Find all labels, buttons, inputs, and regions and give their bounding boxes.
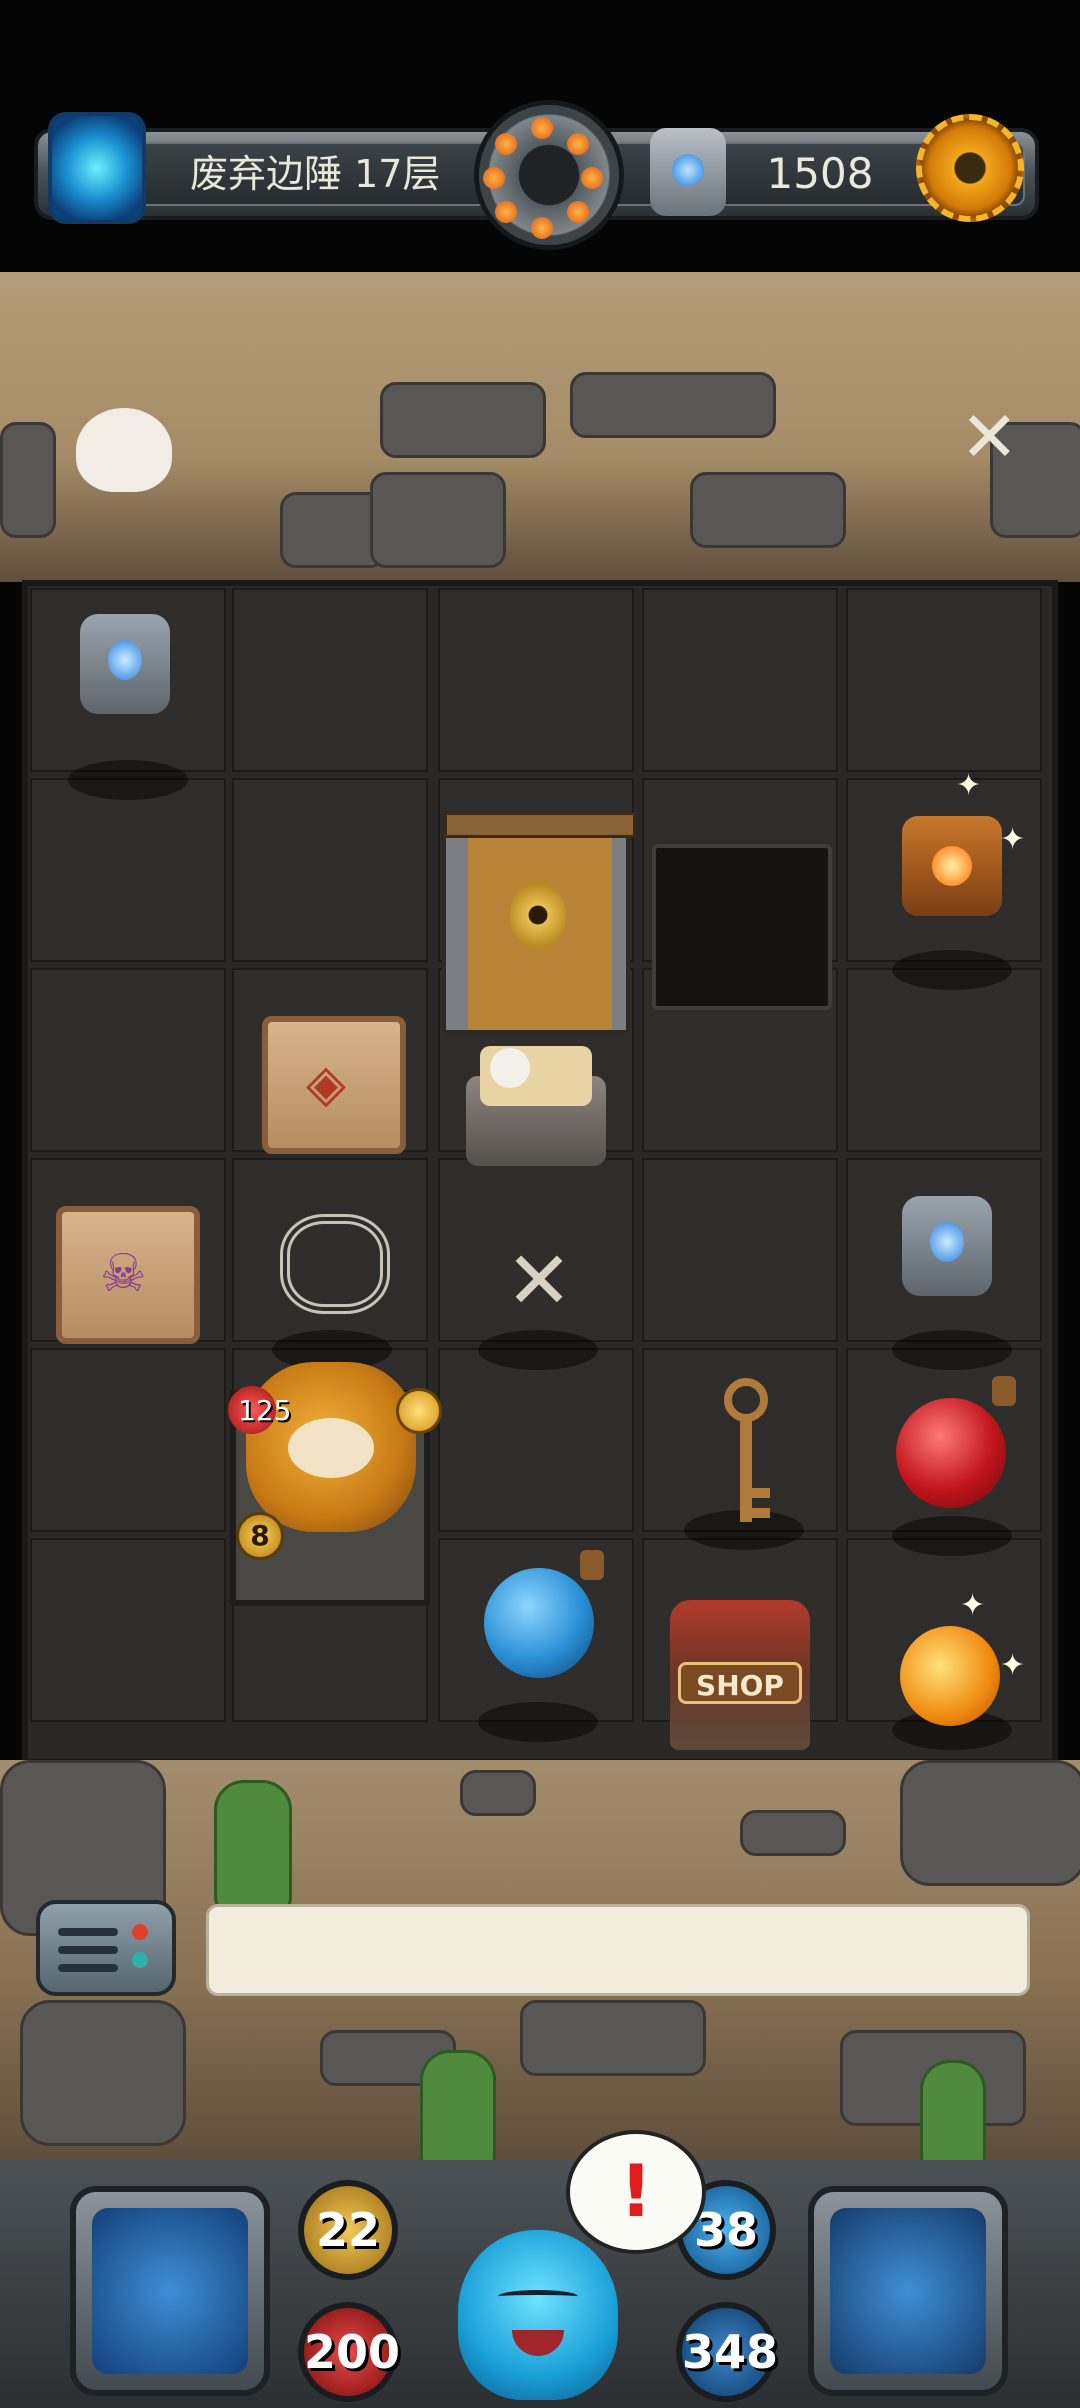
floor-hole[interactable] xyxy=(652,844,832,1010)
hp-stat: 200 xyxy=(298,2302,400,2402)
potion-cork xyxy=(992,1376,1016,1406)
portal-icon[interactable] xyxy=(48,112,146,224)
hero-weapon-icon xyxy=(396,1388,442,1434)
skull-scroll-icon[interactable]: ☠ xyxy=(56,1206,200,1344)
currency-amount: 1508 xyxy=(766,149,874,198)
golden-orb-icon[interactable] xyxy=(900,1626,1000,1726)
red-potion-icon[interactable] xyxy=(896,1398,1006,1508)
radio-log-icon[interactable] xyxy=(36,1900,176,1996)
hero-cat[interactable] xyxy=(246,1362,416,1532)
keyhole-icon xyxy=(510,880,566,950)
message-box xyxy=(206,1904,1030,1996)
skull-icon xyxy=(76,408,172,492)
ribcage-icon[interactable] xyxy=(280,1214,390,1314)
shop-building[interactable]: SHOP xyxy=(670,1600,810,1750)
alert-bubble[interactable]: ! xyxy=(566,2130,706,2254)
sparkle-icon: ✦ xyxy=(1000,822,1026,857)
eye-scroll-icon[interactable]: ◈ xyxy=(262,1016,406,1154)
blue-potion-icon[interactable] xyxy=(484,1568,594,1678)
rune-pillar-icon[interactable] xyxy=(902,1196,992,1296)
bronze-key-icon[interactable] xyxy=(716,1378,776,1528)
pet-slime-button[interactable] xyxy=(458,2230,618,2400)
sparkle-icon: ✦ xyxy=(960,1588,986,1623)
rune-stone-icon xyxy=(650,128,726,216)
attack-stat: 22 xyxy=(298,2180,398,2280)
bones-altar-icon[interactable] xyxy=(460,1006,612,1174)
ember-stone-icon[interactable] xyxy=(902,816,1002,916)
shop-label: SHOP xyxy=(678,1662,802,1704)
locked-door[interactable] xyxy=(442,812,630,1034)
floor-title: 废弃边陲 17层 xyxy=(190,152,441,196)
bone-icon: ✕ xyxy=(960,396,1019,478)
hero-equipment-button[interactable] xyxy=(70,2186,270,2396)
hero-attack: 8 xyxy=(236,1512,284,1560)
hero-hp: 125 xyxy=(238,1394,292,1427)
bomb-wheel-icon[interactable] xyxy=(474,100,624,250)
crossbones-icon[interactable]: ✕ xyxy=(484,1236,594,1326)
gold-stat: 348 xyxy=(676,2302,778,2402)
potion-cork xyxy=(580,1550,604,1580)
sparkle-icon: ✦ xyxy=(956,768,982,803)
spellbook-button[interactable] xyxy=(808,2186,1008,2396)
door-plank xyxy=(444,812,636,838)
sparkle-icon: ✦ xyxy=(1000,1648,1026,1683)
rune-pillar-icon[interactable] xyxy=(80,614,170,714)
settings-gear-icon[interactable] xyxy=(916,114,1024,222)
